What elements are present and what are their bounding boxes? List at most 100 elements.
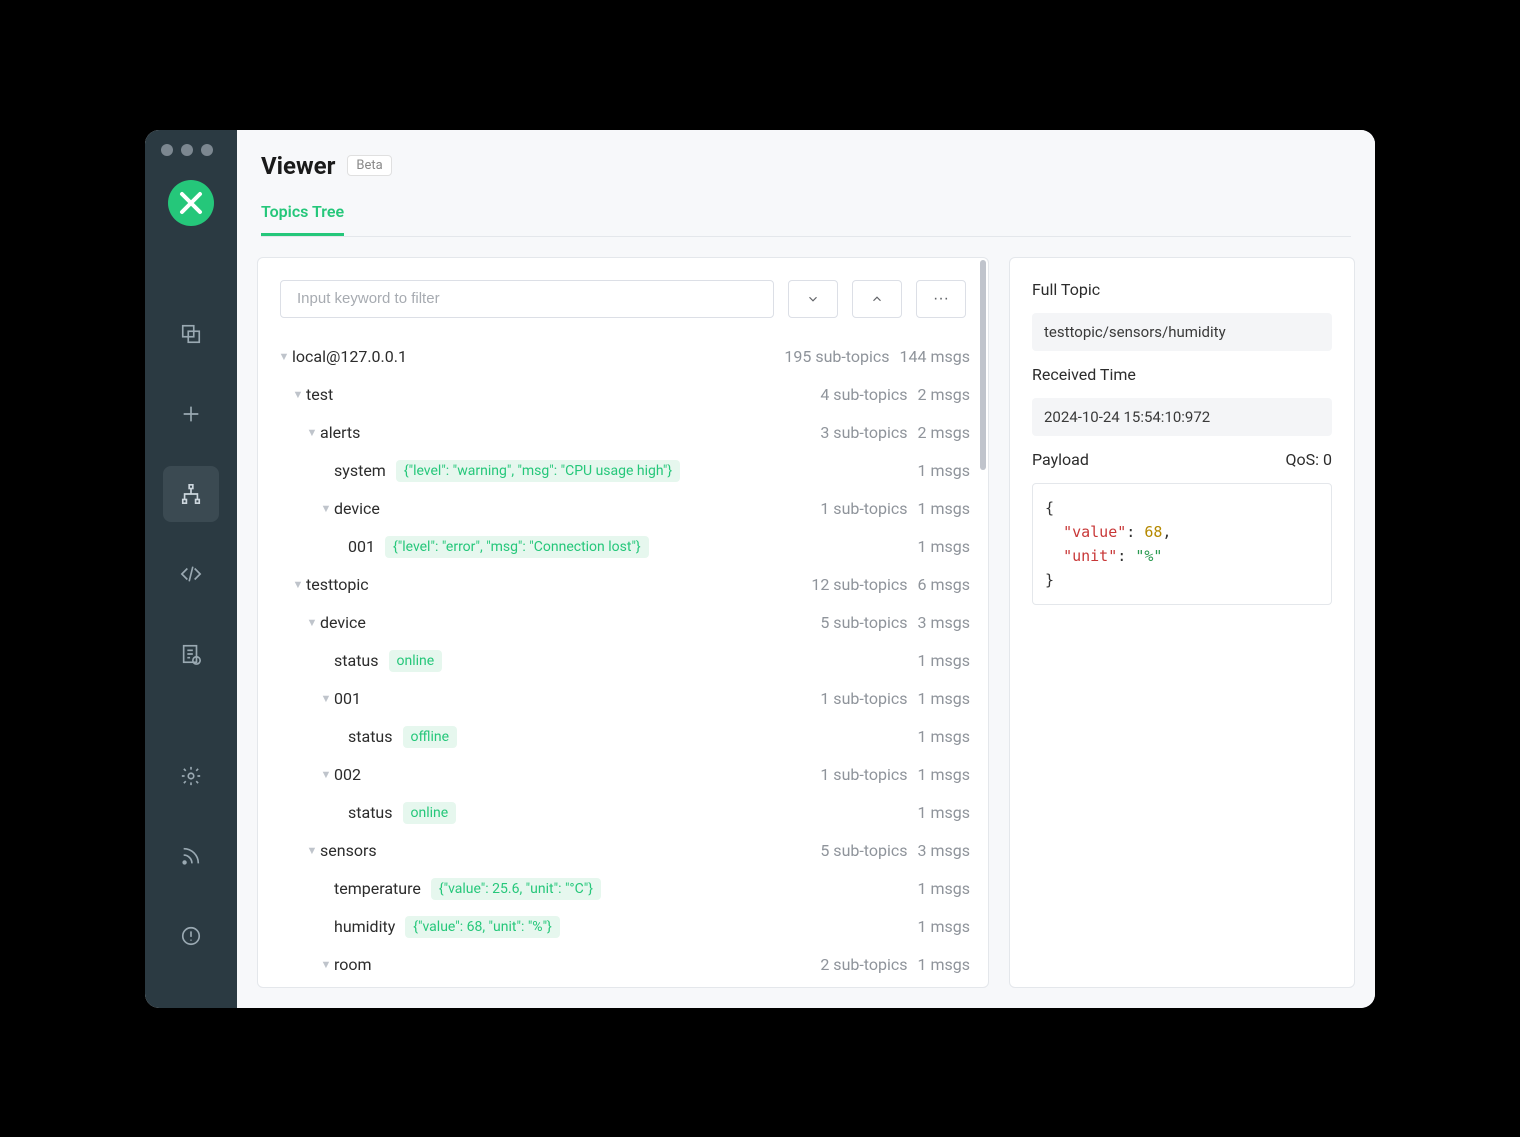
sidebar xyxy=(145,130,237,1008)
topic-name: testtopic xyxy=(306,575,369,594)
topic-name: status xyxy=(348,803,393,822)
main-area: Viewer Beta Topics Tree xyxy=(237,130,1375,1008)
tree-row[interactable]: ▼testtopic12 sub-topics6 msgs xyxy=(276,566,970,604)
tree-row[interactable]: ▼0011 sub-topics1 msgs xyxy=(276,680,970,718)
msg-count: 3 msgs xyxy=(918,841,971,860)
tree-row[interactable]: ▼0021 sub-topics1 msgs xyxy=(276,756,970,794)
expand-caret-icon[interactable]: ▼ xyxy=(304,426,320,439)
tree-row[interactable]: system{"level": "warning", "msg": "CPU u… xyxy=(276,452,970,490)
expand-caret-icon[interactable]: ▼ xyxy=(318,958,334,971)
tree-row[interactable]: ▼test 4 sub-topics 2 msgs xyxy=(276,376,970,414)
tree-toolbar: ··· xyxy=(258,258,988,330)
qos-label: QoS: 0 xyxy=(1286,450,1332,469)
sub-count: 2 sub-topics xyxy=(820,955,907,974)
msg-count: 2 msgs xyxy=(918,385,971,404)
tree-row[interactable]: temperature{"value": 25.6, "unit": "°C"}… xyxy=(276,870,970,908)
expand-caret-icon[interactable]: ▼ xyxy=(304,616,320,629)
maximize-dot[interactable] xyxy=(201,144,213,156)
app-window: Viewer Beta Topics Tree xyxy=(145,130,1375,1008)
tabs: Topics Tree xyxy=(261,202,1351,237)
sidebar-item-viewer[interactable] xyxy=(163,466,219,522)
payload-tag: {"value": 25.6, "unit": "°C"} xyxy=(431,878,601,900)
page-title: Viewer xyxy=(261,152,335,180)
payload-tag: {"value": 68, "unit": "%"} xyxy=(405,916,560,938)
close-dot[interactable] xyxy=(161,144,173,156)
payload-tag: {"level": "warning", "msg": "CPU usage h… xyxy=(396,460,680,482)
msg-count: 1 msgs xyxy=(918,499,971,518)
expand-button[interactable] xyxy=(788,280,838,318)
rss-icon xyxy=(180,845,202,867)
topic-name: test xyxy=(306,385,333,404)
msg-count: 1 msgs xyxy=(918,917,971,936)
sidebar-item-log[interactable] xyxy=(163,626,219,682)
detail-panel: Full Topic testtopic/sensors/humidity Re… xyxy=(1009,257,1355,988)
sidebar-item-feed[interactable] xyxy=(163,828,219,884)
sub-count: 5 sub-topics xyxy=(820,841,907,860)
msg-count: 1 msgs xyxy=(918,537,971,556)
expand-caret-icon[interactable]: ▼ xyxy=(318,692,334,705)
more-button[interactable]: ··· xyxy=(916,280,966,318)
sidebar-item-new[interactable] xyxy=(163,386,219,442)
tree-row[interactable]: ▼alerts 3 sub-topics2 msgs xyxy=(276,414,970,452)
collapse-button[interactable] xyxy=(852,280,902,318)
sub-count: 1 sub-topics xyxy=(820,765,907,784)
tree-row[interactable]: statusonline1 msgs xyxy=(276,794,970,832)
logo-icon xyxy=(179,191,203,215)
tree-row[interactable]: ▼sensors5 sub-topics3 msgs xyxy=(276,832,970,870)
tree-row[interactable]: ▼device1 sub-topics1 msgs xyxy=(276,490,970,528)
minimize-dot[interactable] xyxy=(181,144,193,156)
tree-body[interactable]: ▼local@127.0.0.1195 sub-topics144 msgs▼t… xyxy=(258,330,988,987)
expand-caret-icon[interactable]: ▼ xyxy=(318,768,334,781)
topic-meta: 5 sub-topics3 msgs xyxy=(820,613,970,632)
code-icon xyxy=(180,563,202,585)
expand-caret-icon[interactable]: ▼ xyxy=(304,844,320,857)
tree-row[interactable]: statusoffline1 msgs xyxy=(276,718,970,756)
full-topic-label: Full Topic xyxy=(1032,280,1332,299)
filter-input[interactable] xyxy=(280,280,774,318)
topic-meta: 1 msgs xyxy=(918,879,971,898)
sub-count: 5 sub-topics xyxy=(820,613,907,632)
topic-name: alerts xyxy=(320,423,360,442)
msg-count: 1 msgs xyxy=(918,879,971,898)
payload-tag: offline xyxy=(403,726,458,748)
sidebar-item-help[interactable] xyxy=(163,908,219,964)
chevron-up-icon xyxy=(870,292,884,306)
topic-meta: 1 msgs xyxy=(918,727,971,746)
topic-meta: 2 sub-topics 1 msgs xyxy=(820,955,970,974)
expand-caret-icon[interactable]: ▼ xyxy=(276,350,292,363)
payload-tag: online xyxy=(403,802,457,824)
sidebar-item-scripts[interactable] xyxy=(163,546,219,602)
tree-row[interactable]: status online 1 msgs xyxy=(276,642,970,680)
topic-name: 001 xyxy=(348,537,375,556)
msg-count: 6 msgs xyxy=(918,575,971,594)
payload-tag: online xyxy=(389,650,443,672)
msg-count: 1 msgs xyxy=(918,651,971,670)
beta-badge: Beta xyxy=(347,155,391,176)
topic-name: status xyxy=(334,651,379,670)
tab-topics-tree[interactable]: Topics Tree xyxy=(261,202,344,236)
info-icon xyxy=(180,925,202,947)
tree-row[interactable]: humidity {"value": 68, "unit": "%"} 1 msgs xyxy=(276,908,970,946)
expand-caret-icon[interactable]: ▼ xyxy=(318,502,334,515)
topic-meta: 3 sub-topics2 msgs xyxy=(820,423,970,442)
sidebar-item-connections[interactable] xyxy=(163,306,219,362)
sub-count: 4 sub-topics xyxy=(820,385,907,404)
gear-icon xyxy=(180,765,202,787)
expand-caret-icon[interactable]: ▼ xyxy=(290,388,306,401)
received-time-value: 2024-10-24 15:54:10:972 xyxy=(1032,398,1332,436)
app-logo[interactable] xyxy=(168,180,214,226)
tree-row[interactable]: ▼device5 sub-topics3 msgs xyxy=(276,604,970,642)
tree-row[interactable]: ▼room2 sub-topics1 msgs xyxy=(276,946,970,984)
tree-row[interactable]: ▼local@127.0.0.1195 sub-topics144 msgs xyxy=(276,338,970,376)
expand-caret-icon[interactable]: ▼ xyxy=(290,578,306,591)
scrollbar[interactable] xyxy=(980,260,986,470)
topic-meta: 5 sub-topics 3 msgs xyxy=(820,841,970,860)
tree-row[interactable]: 001{"level": "error", "msg": "Connection… xyxy=(276,528,970,566)
msg-count: 1 msgs xyxy=(918,461,971,480)
topic-meta: 1 msgs xyxy=(918,651,971,670)
topic-name: humidity xyxy=(334,917,395,936)
sidebar-item-settings[interactable] xyxy=(163,748,219,804)
msg-count: 1 msgs xyxy=(918,727,971,746)
tree-icon xyxy=(180,483,202,505)
msg-count: 1 msgs xyxy=(918,955,971,974)
